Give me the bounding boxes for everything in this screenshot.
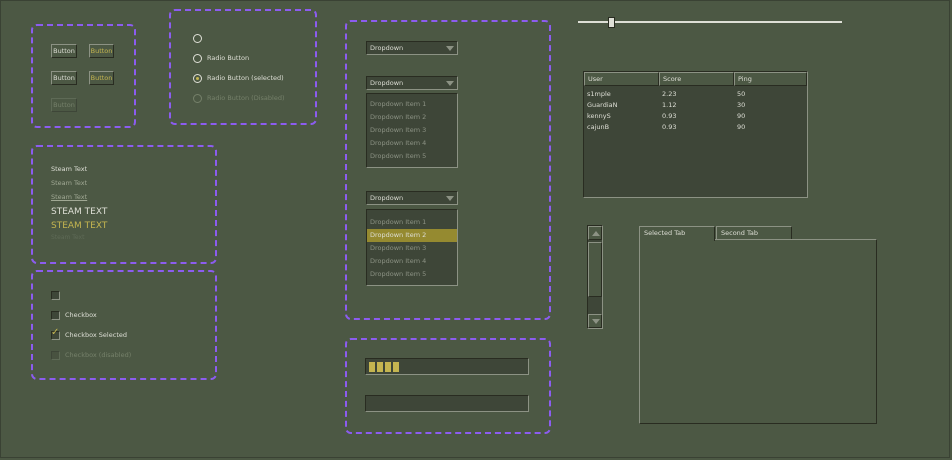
cell-ping: 90 (737, 123, 746, 131)
scroll-up-button[interactable] (588, 226, 602, 240)
radio-row-selected[interactable]: Radio Button (selected) (193, 72, 284, 84)
cell-user: cajunB (587, 123, 610, 131)
scroll-thumb[interactable] (588, 242, 602, 297)
dropdown-item[interactable]: Dropdown Item 3 (367, 242, 457, 255)
checkbox-group (31, 270, 217, 380)
steam-text-dim: Steam Text (51, 179, 88, 187)
cell-user: s1mple (587, 90, 611, 98)
checkbox-row-disabled: Checkbox (disabled) (51, 349, 131, 361)
progress-segment (369, 362, 375, 372)
dropdown-item[interactable]: Dropdown Item 1 (367, 98, 457, 111)
checkbox-checked-icon[interactable]: ✓ (51, 326, 60, 340)
cell-ping: 90 (737, 112, 746, 120)
button-disabled: Button (51, 98, 77, 112)
table-row[interactable]: kennyS 0.93 90 (584, 111, 807, 122)
progress-group (345, 338, 551, 434)
radio-icon[interactable] (193, 33, 202, 43)
progress-bar-empty (365, 395, 529, 412)
progress-segment (393, 362, 399, 372)
checkmark-icon: ✓ (51, 326, 60, 338)
cell-user: GuardiaN (587, 101, 618, 109)
table-header-ping[interactable]: Ping (734, 72, 807, 86)
progress-segment (377, 362, 383, 372)
table-row[interactable]: GuardiaN 1.12 30 (584, 100, 807, 111)
button[interactable]: Button (51, 44, 77, 58)
checkbox-row[interactable]: Checkbox (51, 309, 97, 321)
checkbox-disabled-icon (51, 350, 60, 360)
radio-group (169, 9, 317, 125)
cell-ping: 30 (737, 101, 746, 109)
table-header-score[interactable]: Score (659, 72, 734, 86)
checkbox-label: Checkbox (disabled) (65, 351, 132, 359)
progress-bar (365, 358, 529, 375)
table-row[interactable]: s1mple 2.23 50 (584, 89, 807, 100)
progress-segment (385, 362, 391, 372)
dropdown-item[interactable]: Dropdown Item 3 (367, 124, 457, 137)
steam-text-large-gold: STEAM TEXT (51, 221, 108, 231)
steam-text-underlined[interactable]: Steam Text (51, 193, 87, 201)
buttons-group (31, 24, 136, 128)
dropdown-item[interactable]: Dropdown Item 1 (367, 216, 457, 229)
dropdown-item-selected[interactable]: Dropdown Item 2 (367, 229, 457, 242)
dropdown-label: Dropdown (370, 79, 404, 87)
dropdown[interactable]: Dropdown (366, 191, 458, 205)
cell-score: 1.12 (662, 101, 677, 109)
dropdown-item[interactable]: Dropdown Item 5 (367, 150, 457, 163)
tab-panel (639, 239, 877, 424)
cell-ping: 50 (737, 90, 746, 98)
cell-score: 0.93 (662, 112, 677, 120)
dropdown-label: Dropdown (370, 44, 404, 52)
table-header-user[interactable]: User (584, 72, 659, 86)
chevron-down-icon (446, 196, 454, 201)
button-gold[interactable]: Button (89, 71, 114, 85)
scroll-down-button[interactable] (588, 314, 602, 328)
checkbox-label: Checkbox (65, 311, 97, 319)
radio-selected-icon[interactable] (193, 73, 202, 83)
button-gold[interactable]: Button (89, 44, 114, 58)
dropdown-item[interactable]: Dropdown Item 2 (367, 111, 457, 124)
checkbox-row[interactable] (51, 289, 65, 301)
checkbox-icon[interactable] (51, 310, 60, 320)
radio-label: Radio Button (207, 54, 250, 62)
radio-row-disabled: Radio Button (Disabled) (193, 92, 284, 104)
dropdown[interactable]: Dropdown (366, 41, 458, 55)
radio-label: Radio Button (selected) (207, 74, 284, 82)
chevron-down-icon (446, 46, 454, 51)
tab-selected[interactable]: Selected Tab (639, 226, 715, 241)
dropdown-item[interactable]: Dropdown Item 4 (367, 255, 457, 268)
button[interactable]: Button (51, 71, 77, 85)
slider-track[interactable] (578, 21, 842, 23)
arrow-up-icon (592, 231, 600, 236)
dropdown-item[interactable]: Dropdown Item 4 (367, 137, 457, 150)
radio-row[interactable] (193, 32, 207, 44)
steam-text-faded: Steam Text (51, 234, 85, 241)
text-group (31, 145, 217, 264)
table-row[interactable]: cajunB 0.93 90 (584, 122, 807, 133)
radio-row[interactable]: Radio Button (193, 52, 249, 64)
dropdown-list: Dropdown Item 1 Dropdown Item 2 Dropdown… (366, 93, 458, 168)
radio-disabled-icon (193, 93, 202, 103)
vertical-scrollbar[interactable] (587, 225, 603, 329)
player-table: User Score Ping s1mple 2.23 50 GuardiaN … (583, 71, 808, 198)
slider-thumb[interactable] (607, 17, 615, 28)
dropdown-list: Dropdown Item 1 Dropdown Item 2 Dropdown… (366, 209, 458, 286)
steam-text-large: STEAM TEXT (51, 207, 108, 217)
radio-icon[interactable] (193, 53, 202, 63)
radio-label: Radio Button (Disabled) (207, 94, 285, 102)
cell-user: kennyS (587, 112, 611, 120)
checkbox-icon[interactable] (51, 290, 60, 300)
dropdown-item[interactable]: Dropdown Item 5 (367, 268, 457, 281)
dropdown-label: Dropdown (370, 194, 404, 202)
arrow-down-icon (592, 319, 600, 324)
steam-text: Steam Text (51, 165, 88, 173)
chevron-down-icon (446, 81, 454, 86)
tab-second[interactable]: Second Tab (716, 226, 792, 240)
checkbox-label: Checkbox Selected (65, 331, 127, 339)
cell-score: 0.93 (662, 123, 677, 131)
cell-score: 2.23 (662, 90, 677, 98)
checkbox-row-selected[interactable]: ✓ Checkbox Selected (51, 326, 127, 341)
dropdown[interactable]: Dropdown (366, 76, 458, 90)
